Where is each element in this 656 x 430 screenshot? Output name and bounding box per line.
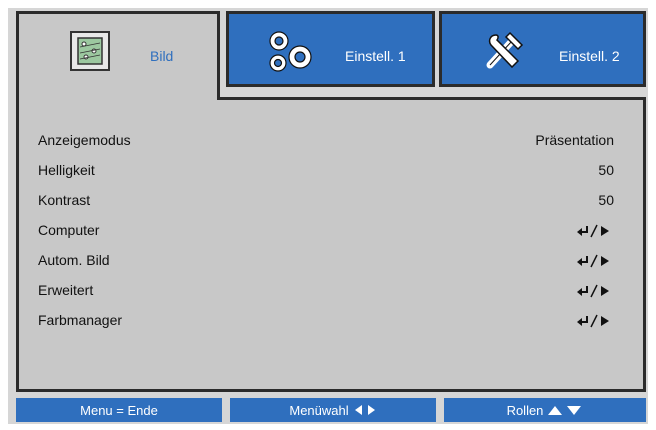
tab-label: Einstell. 1 xyxy=(345,48,406,64)
menu-item-label: Autom. Bild xyxy=(38,252,110,268)
menu-item-label: Helligkeit xyxy=(38,162,95,178)
menu-item-anzeigemodus[interactable]: Anzeigemodus Präsentation xyxy=(38,132,614,152)
picture-icon xyxy=(70,31,110,71)
gears-icon xyxy=(269,31,312,72)
menu-item-label: Erweitert xyxy=(38,282,94,298)
left-right-arrows-icon xyxy=(354,405,375,415)
menu-item-computer[interactable]: Computer xyxy=(38,222,614,242)
tab-panel-join xyxy=(19,96,217,101)
menu-item-label: Anzeigemodus xyxy=(38,132,131,148)
footer-exit-hint: Menu = Ende xyxy=(16,398,222,422)
menu-item-kontrast[interactable]: Kontrast 50 xyxy=(38,192,614,212)
enter-submenu-icon xyxy=(576,282,614,298)
menu-item-erweitert[interactable]: Erweitert xyxy=(38,282,614,302)
tab-label: Einstell. 2 xyxy=(559,48,620,64)
menu-item-label: Kontrast xyxy=(38,192,91,208)
enter-submenu-icon xyxy=(576,252,614,268)
footer-scroll-label: Rollen xyxy=(506,402,544,418)
menu-item-farbmanager[interactable]: Farbmanager xyxy=(38,312,614,332)
enter-submenu-icon xyxy=(576,312,614,328)
menu-item-value: 50 xyxy=(598,162,614,178)
tab-label: Bild xyxy=(150,48,174,64)
menu-item-value: Präsentation xyxy=(535,132,614,148)
menu-item-helligkeit[interactable]: Helligkeit 50 xyxy=(38,162,614,182)
tab-bild[interactable]: Bild xyxy=(16,11,220,100)
footer-exit-label: Menu = Ende xyxy=(80,402,158,418)
menu-item-value: 50 xyxy=(598,192,614,208)
footer-select-label: Menüwahl xyxy=(289,402,349,418)
tab-einstell-2[interactable]: Einstell. 2 xyxy=(439,11,646,87)
enter-submenu-icon xyxy=(576,222,614,238)
footer-select-hint: Menüwahl xyxy=(230,398,436,422)
tools-icon xyxy=(486,31,524,69)
menu-item-autom-bild[interactable]: Autom. Bild xyxy=(38,252,614,272)
menu-item-label: Computer xyxy=(38,222,100,238)
tab-einstell-1[interactable]: Einstell. 1 xyxy=(226,11,435,87)
menu-item-label: Farbmanager xyxy=(38,312,123,328)
footer-scroll-hint: Rollen xyxy=(444,398,646,422)
up-down-arrows-icon xyxy=(548,406,582,415)
